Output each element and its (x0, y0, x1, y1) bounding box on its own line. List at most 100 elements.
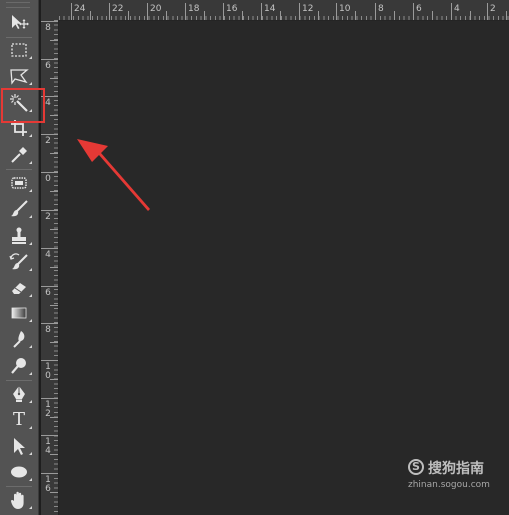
ruler-major-tick (41, 248, 58, 249)
dodge-tool[interactable] (4, 354, 34, 378)
ruler-major-tick (41, 360, 58, 361)
submenu-indicator (29, 506, 32, 509)
ruler-label: 2 (490, 4, 496, 14)
rectangular-marquee-tool[interactable] (4, 38, 34, 62)
ruler-major-tick (41, 134, 58, 135)
ruler-label: 10 (339, 4, 351, 14)
ruler-major-tick (71, 3, 72, 20)
pen-tool[interactable] (4, 382, 34, 406)
type-tool[interactable]: T (4, 408, 34, 432)
history-brush-tool[interactable] (4, 250, 34, 274)
ruler-major-tick (413, 3, 414, 20)
ruler-label: 4 (45, 98, 51, 108)
submenu-indicator (29, 400, 32, 403)
ruler-mid-tick (50, 40, 58, 41)
ruler-mid-tick (280, 11, 281, 20)
ruler-mid-tick (50, 78, 58, 79)
ruler-label: 22 (112, 4, 124, 14)
horizontal-ruler[interactable]: 24 22 20 18 16 14 12 10 8 6 4 2 (59, 0, 509, 21)
watermark-brand: 搜狗指南 (428, 461, 484, 477)
ruler-label: 16 (226, 4, 238, 14)
ruler-mid-tick (166, 11, 167, 20)
ruler-major-tick (109, 3, 110, 20)
ruler-mid-tick (470, 11, 471, 20)
submenu-indicator (29, 161, 32, 164)
arrow-icon (14, 438, 25, 455)
ruler-major-tick (41, 286, 58, 287)
ruler-label: 14 (264, 4, 276, 14)
ruler-mid-tick (128, 11, 129, 20)
submenu-indicator (29, 294, 32, 297)
toolbar-divider (6, 380, 32, 381)
submenu-indicator (29, 319, 32, 322)
ruler-mid-tick (506, 11, 507, 20)
eyedropper-tool[interactable] (4, 143, 34, 167)
ruler-label: 0 (45, 174, 51, 184)
ruler-label: 2 (45, 136, 51, 146)
ruler-label: 6 (45, 61, 51, 71)
healing-brush-icon (11, 177, 27, 189)
lasso-tool[interactable] (4, 64, 34, 88)
toolbar-divider (6, 169, 32, 170)
ruler-label: 1 6 (45, 475, 51, 494)
marquee-icon (11, 43, 27, 57)
ruler-major-tick (336, 3, 337, 20)
toolbar-divider (6, 486, 32, 487)
ruler-label: 8 (45, 325, 51, 335)
ruler-mid-tick (50, 229, 58, 230)
polygonal-lasso-icon (10, 69, 29, 85)
submenu-indicator (29, 215, 32, 218)
ruler-label: 4 (454, 4, 460, 14)
ruler-major-tick (261, 3, 262, 20)
ruler-label: 8 (378, 4, 384, 14)
brush-tool[interactable] (4, 197, 34, 221)
ruler-label: 4 (45, 250, 51, 260)
watermark-url: zhinan.sogou.com (408, 480, 490, 490)
ruler-origin[interactable] (41, 0, 60, 21)
ruler-label: 6 (45, 288, 51, 298)
ruler-label: 6 (416, 4, 422, 14)
ruler-label: 20 (150, 4, 162, 14)
ruler-label: 12 (302, 4, 314, 14)
tools-panel: T (0, 0, 39, 515)
spot-healing-tool[interactable] (4, 171, 34, 195)
submenu-indicator (29, 372, 32, 375)
tool-highlight-box (1, 88, 45, 123)
document-canvas[interactable] (59, 21, 509, 515)
path-selection-tool[interactable] (4, 434, 34, 458)
ruler-major-tick (41, 210, 58, 211)
ruler-mid-tick (432, 11, 433, 20)
panel-grip[interactable] (6, 2, 30, 8)
ruler-label: 24 (74, 4, 86, 14)
hand-tool[interactable] (4, 488, 34, 512)
ruler-mid-tick (204, 11, 205, 20)
blur-icon (13, 331, 25, 348)
blur-tool[interactable] (4, 327, 34, 351)
sogou-logo-icon: S (408, 459, 424, 475)
ellipse-icon (11, 466, 27, 478)
ruler-major-tick (41, 435, 58, 436)
hand-icon (11, 491, 24, 509)
submenu-indicator (29, 242, 32, 245)
move-icon (12, 15, 29, 29)
ruler-label: 18 (188, 4, 200, 14)
eraser-tool[interactable] (4, 276, 34, 300)
ruler-major-tick (375, 3, 376, 20)
dodge-icon (11, 358, 26, 374)
ruler-mid-tick (50, 153, 58, 154)
ellipse-tool[interactable] (4, 460, 34, 484)
ruler-major-tick (299, 3, 300, 20)
ruler-mid-tick (318, 11, 319, 20)
ruler-major-tick (41, 473, 58, 474)
ruler-mid-tick (50, 115, 58, 116)
gradient-tool[interactable] (4, 301, 34, 325)
submenu-indicator (29, 426, 32, 429)
move-tool[interactable] (4, 10, 34, 34)
brush-icon (11, 200, 28, 217)
type-icon: T (12, 409, 25, 430)
history-brush-icon (9, 253, 28, 270)
ruler-label: 1 2 (45, 400, 51, 419)
clone-stamp-tool[interactable] (4, 224, 34, 248)
ruler-major-tick (451, 3, 452, 20)
ruler-label: 1 4 (45, 437, 51, 456)
